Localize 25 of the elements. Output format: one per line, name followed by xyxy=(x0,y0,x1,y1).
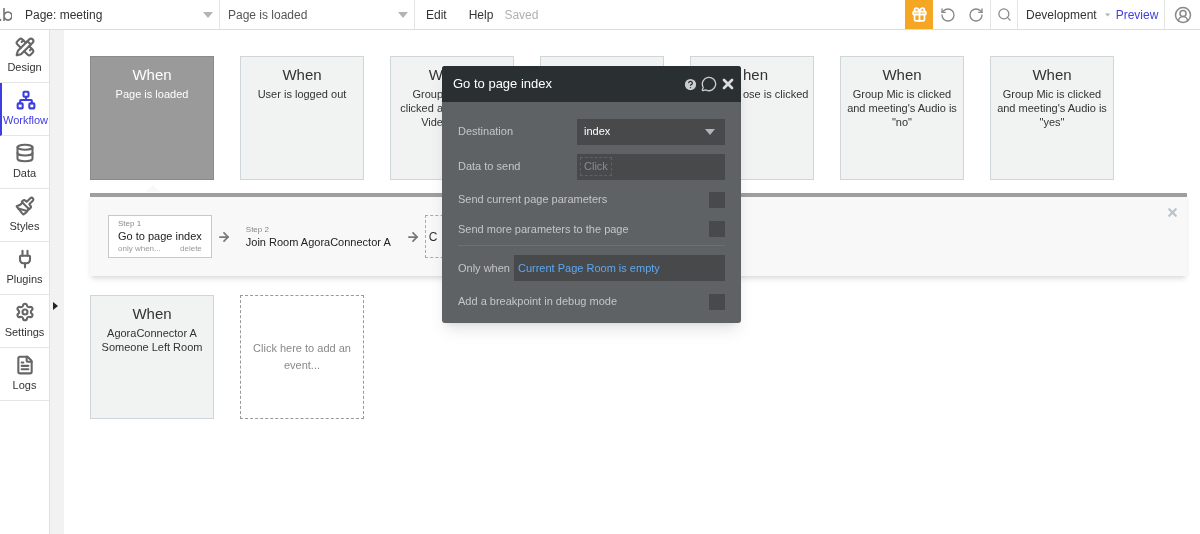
step-number: Step 1 xyxy=(118,218,143,230)
event-description: Group Mic is clicked and meeting's Audio is "no" xyxy=(846,86,958,129)
event-description: AgoraConnector A Someone Left Room xyxy=(100,325,204,354)
field-label: Send more parameters to the page xyxy=(458,221,629,237)
event-description: User is logged out xyxy=(257,86,347,101)
field-label: Only when xyxy=(458,260,510,276)
event-title: hen xyxy=(743,65,769,85)
event-title: When xyxy=(132,304,172,324)
event-description: Group Mic is clicked and meeting's Audio is "yes" xyxy=(996,86,1108,129)
event-title: W xyxy=(428,65,443,85)
step-title: Go to page index xyxy=(118,230,202,243)
event-description: Page is loaded xyxy=(115,86,189,101)
field-label: Destination xyxy=(458,124,514,140)
event-title: When xyxy=(132,65,172,85)
field-label: Data to send xyxy=(458,159,521,175)
step-title: Join Room AgoraConnector A xyxy=(245,236,391,249)
step-number: Step 2 xyxy=(245,224,270,236)
event-title: When xyxy=(282,65,322,85)
save-status: Saved xyxy=(504,6,539,24)
event-title: When xyxy=(1032,65,1072,85)
dialog-title: Go to page index xyxy=(453,75,553,94)
event-description: ose is clicked xyxy=(743,86,809,101)
field-label: Send current page parameters xyxy=(458,192,608,208)
field-label: Add a breakpoint in debug mode xyxy=(458,294,617,310)
event-title: When xyxy=(882,65,922,85)
